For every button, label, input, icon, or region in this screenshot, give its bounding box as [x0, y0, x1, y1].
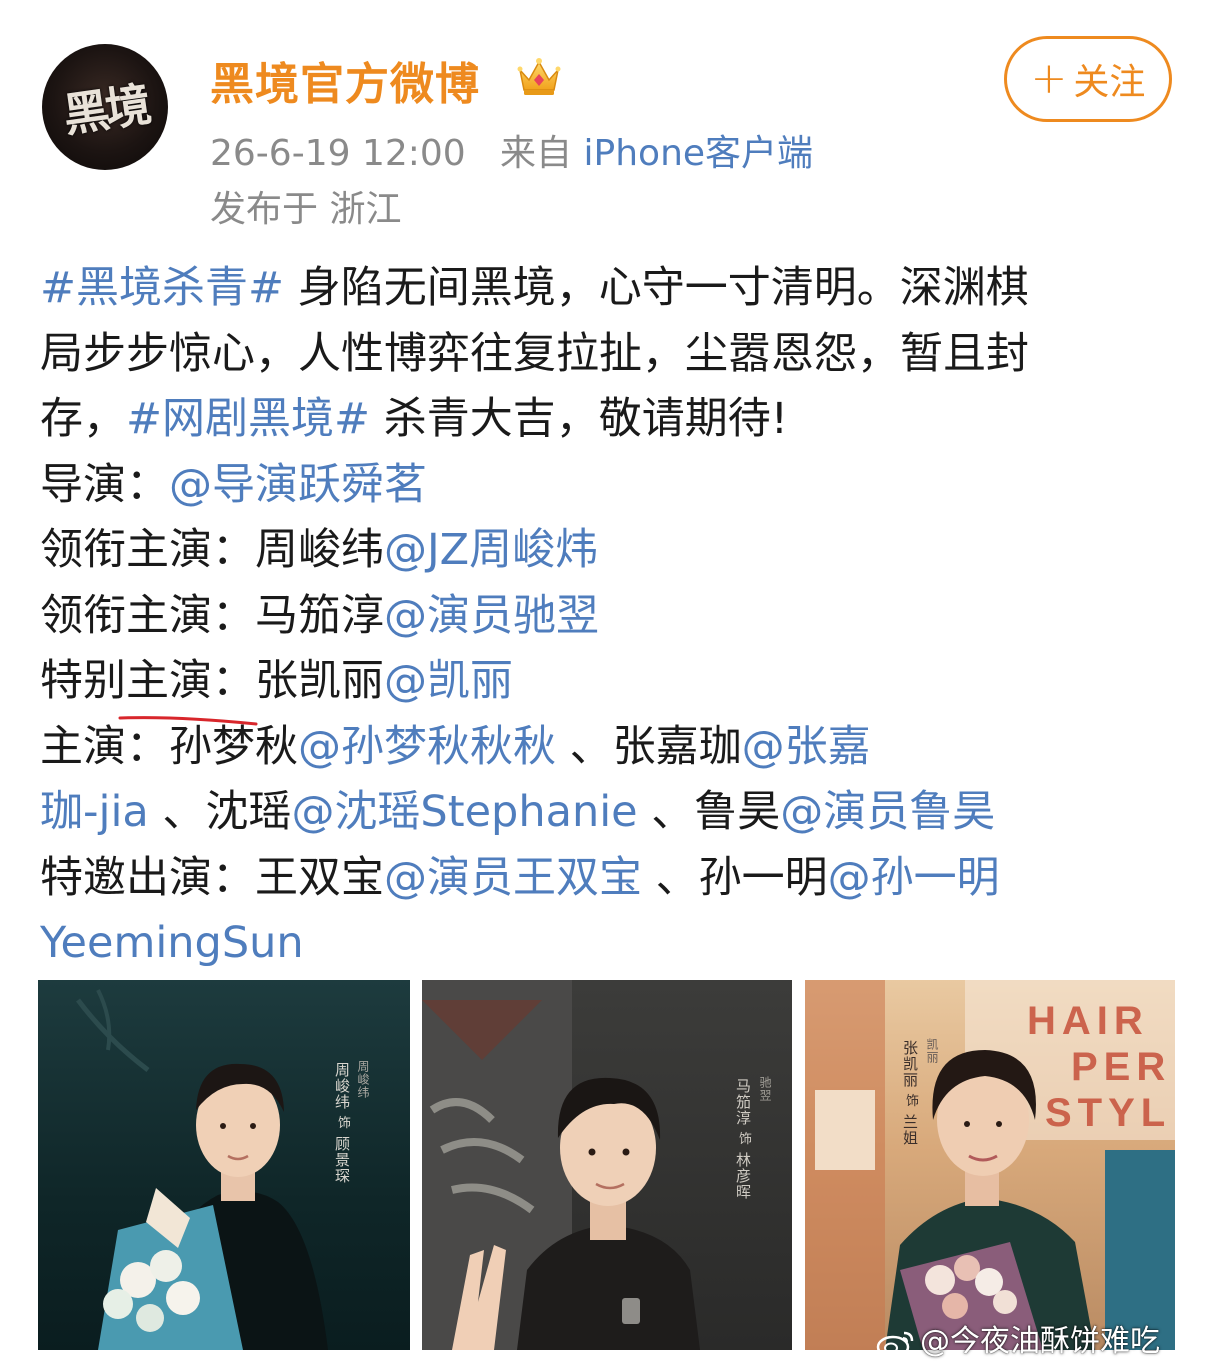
post-location: 发布于 浙江 — [210, 189, 402, 230]
actor-name: 沈瑶 — [205, 787, 292, 837]
photo-caption: 张凯丽 饰 兰姐 — [901, 1040, 919, 1146]
post-line: 局步步惊心，人性博弈往复拉扯，尘嚣恩怨，暂且封 — [40, 322, 1180, 388]
caption-sign: 饰 — [736, 1131, 751, 1146]
post-line: 存，#网剧黑境# 杀青大吉，敬请期待! — [40, 387, 1180, 453]
actor-name: 张凯丽 — [255, 656, 384, 706]
follow-label: 关注 — [1073, 62, 1146, 103]
avatar[interactable]: 黑境 — [42, 44, 168, 170]
caption-actor: 周峻纬 — [333, 1062, 351, 1110]
post-image-1[interactable]: 周峻纬 饰 顾景琛 周峻纬 — [38, 980, 410, 1350]
guest-line: 特邀出演：王双宝@演员王双宝 、孙一明@孙一明 — [40, 846, 1180, 912]
actor-name: 王双宝 — [255, 852, 384, 903]
post-text-span: 杀青大吉，敬请期待! — [370, 394, 788, 444]
credit-label: 特别主演： — [40, 656, 255, 706]
mention-link[interactable]: @孙梦秋秋秋 — [298, 722, 556, 772]
mention-link[interactable]: @凯丽 — [384, 656, 513, 706]
avatar-logo: 黑境 — [60, 77, 151, 143]
credit-label: 主演： — [40, 721, 169, 772]
separator: 、 — [148, 787, 206, 837]
source-client[interactable]: iPhone客户端 — [584, 133, 814, 174]
post-text-span: 局步步惊心，人性博弈往复拉扯，尘嚣恩怨，暂且封 — [40, 328, 1029, 379]
lead-line: 领衔主演：马笳淳@演员驰翌 — [40, 584, 1180, 650]
post-text: #黑境杀青# 身陷无间黑境，心守一寸清明。深渊棋 局步步惊心，人性博弈往复拉扯，… — [40, 256, 1180, 977]
weibo-post: 黑境 黑境官方微博 26-6-19 12:00 来自 iPhone客户端 发布于… — [0, 0, 1216, 1361]
photo-caption: 周峻纬 饰 顾景琛 — [333, 1062, 351, 1184]
credit-label: 领衔主演： — [40, 525, 255, 575]
mention-link[interactable]: @张嘉 — [742, 722, 871, 772]
hashtag-link[interactable]: #黑境杀青# — [40, 263, 284, 313]
photo-caption: 马笳淳 饰 林彦晖 — [734, 1078, 752, 1200]
weibo-icon — [876, 1331, 914, 1358]
follow-button[interactable]: + 关注 — [1004, 36, 1172, 122]
special-line: 特别主演：张凯丽@凯丽 — [40, 649, 1180, 715]
mention-link[interactable]: @演员王双宝 — [384, 853, 642, 903]
shop-sign-line: HAIR — [1027, 999, 1149, 1043]
post-line: #黑境杀青# 身陷无间黑境，心守一寸清明。深渊棋 — [40, 256, 1180, 322]
director-line: 导演：@导演跃舜茗 — [40, 453, 1180, 519]
caption-actor: 张凯丽 — [901, 1040, 919, 1088]
mention-link[interactable]: YeemingSun — [40, 918, 304, 968]
separator: 、 — [556, 721, 613, 772]
portrait-illustration — [76, 989, 328, 1350]
guest-line: YeemingSun — [40, 911, 1180, 977]
actor-name: 周峻纬 — [255, 525, 384, 575]
photo-caption-note: 驰翌 — [758, 1076, 772, 1102]
actor-name: 张嘉珈 — [612, 721, 742, 772]
mention-link[interactable]: 珈-jia — [40, 787, 149, 837]
credit-label: 特邀出演： — [40, 852, 255, 903]
actor-name: 孙梦秋 — [169, 721, 298, 772]
separator: 、 — [642, 852, 699, 903]
post-text-span: 身陷无间黑境，心守一寸清明。深渊棋 — [284, 263, 1029, 313]
shop-sign: HAIR PER STYL — [1027, 998, 1171, 1136]
post-time: 26-6-19 12:00 — [210, 133, 466, 174]
caption-role: 顾景琛 — [333, 1135, 351, 1184]
plus-icon: + — [1030, 53, 1068, 104]
caption-sign: 饰 — [903, 1093, 918, 1108]
cast-line: 珈-jia 、沈瑶@沈瑶Stephanie 、鲁昊@演员鲁昊 — [40, 780, 1180, 846]
watermark: @今夜油酥饼难吃 — [876, 1316, 1160, 1360]
caption-role: 林彦晖 — [734, 1151, 752, 1200]
watermark-text: @今夜油酥饼难吃 — [920, 1324, 1160, 1359]
actor-name: 鲁昊 — [694, 787, 781, 837]
source-prefix: 来自 — [500, 133, 573, 174]
caption-actor: 马笳淳 — [734, 1078, 752, 1126]
shop-sign-line: STYL — [1045, 1091, 1172, 1135]
actor-name: 马笳淳 — [255, 590, 384, 641]
crown-icon — [517, 58, 561, 95]
mention-link[interactable]: @演员鲁昊 — [780, 787, 995, 837]
post-image-3[interactable]: HAIR PER STYL 张凯丽 饰 兰姐 凯丽 — [805, 980, 1175, 1350]
caption-role: 兰姐 — [901, 1113, 919, 1146]
post-meta: 26-6-19 12:00 来自 iPhone客户端 — [210, 124, 813, 176]
photo-caption-note: 周峻纬 — [356, 1060, 370, 1099]
mention-link[interactable]: @导演跃舜茗 — [169, 460, 427, 510]
account-name[interactable]: 黑境官方微博 — [210, 48, 480, 112]
red-pen-underline — [118, 716, 258, 726]
mention-link[interactable]: @沈瑶Stephanie — [291, 787, 637, 837]
separator: 、 — [637, 787, 695, 837]
post-image-2[interactable]: 马笳淳 饰 林彦晖 驰翌 — [422, 980, 792, 1350]
mention-link[interactable]: @演员驰翌 — [384, 591, 599, 641]
actor-name: 孙一明 — [698, 852, 828, 903]
caption-sign: 饰 — [335, 1115, 350, 1130]
shop-sign-line: PER — [1071, 1045, 1172, 1089]
mention-link[interactable]: @孙一明 — [828, 853, 1000, 903]
photo-caption-note: 凯丽 — [925, 1038, 939, 1064]
credit-label: 导演： — [40, 459, 169, 510]
post-text-span: 存， — [40, 394, 126, 444]
credit-label: 领衔主演： — [40, 590, 255, 641]
hashtag-link[interactable]: #网剧黑境# — [126, 394, 370, 444]
lead-line: 领衔主演：周峻纬@JZ周峻炜 — [40, 518, 1180, 584]
mention-link[interactable]: @JZ周峻炜 — [384, 525, 598, 575]
